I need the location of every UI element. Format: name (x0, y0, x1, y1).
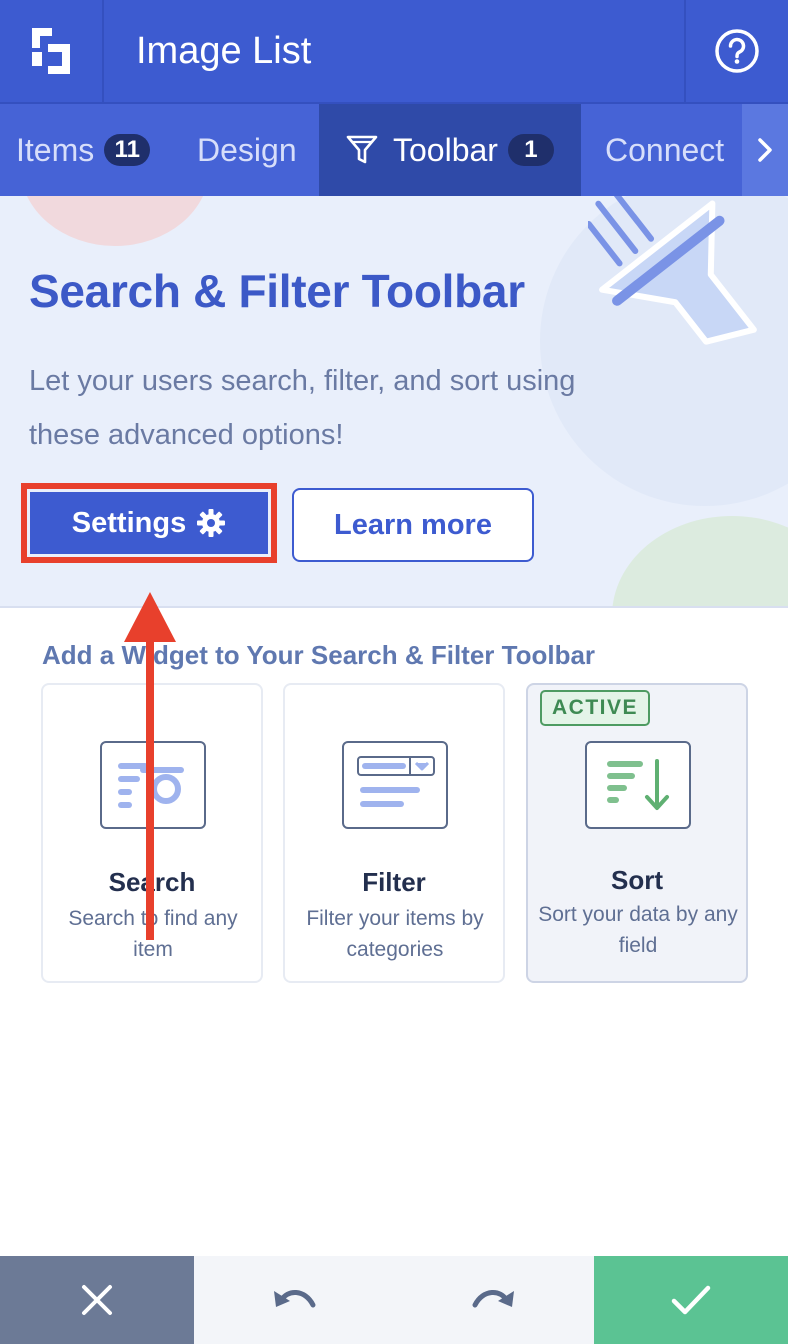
tab-toolbar-label: Toolbar (393, 131, 498, 168)
widget-card-sort[interactable]: ACTIVE Sort Sort your data by any field (526, 683, 748, 983)
widget-name: Filter (362, 867, 426, 897)
app-title: Image List (136, 29, 312, 72)
funnel-icon (346, 135, 378, 164)
help-circle-icon (715, 29, 759, 73)
tab-items[interactable]: Items 11 (0, 104, 172, 196)
tab-items-label: Items (16, 131, 95, 168)
app-logo[interactable] (0, 0, 104, 102)
decorative-blob (20, 196, 210, 246)
tab-items-count: 11 (104, 134, 151, 166)
annotation-arrow (124, 592, 176, 940)
tabs-scroll-right-button[interactable] (742, 104, 788, 196)
widget-name: Sort (611, 865, 663, 895)
widget-description: Sort your data by any field (538, 903, 738, 957)
app-logo-icon (32, 28, 70, 74)
tab-toolbar[interactable]: Toolbar 1 (319, 104, 581, 196)
widget-card-filter[interactable]: Filter Filter your items by categories (283, 683, 505, 983)
chevron-right-icon (758, 138, 772, 162)
hero-panel: Search & Filter Toolbar Let your users s… (0, 196, 788, 608)
hero-description: Let your users search, filter, and sort … (29, 365, 576, 451)
tab-bar: Items 11 Design Toolbar 1 Connect (0, 104, 788, 196)
undo-icon (274, 1290, 316, 1308)
confirm-button[interactable] (594, 1256, 788, 1344)
sort-widget-icon (585, 741, 691, 829)
tab-toolbar-count: 1 (507, 134, 554, 166)
learn-more-button[interactable]: Learn more (292, 488, 534, 562)
check-icon (671, 1285, 711, 1315)
decorative-blob (612, 516, 788, 606)
tab-design[interactable]: Design (172, 104, 319, 196)
help-button[interactable] (684, 0, 788, 102)
app-header: Image List (0, 0, 788, 104)
redo-button[interactable] (394, 1256, 594, 1344)
funnel-illustration-icon (588, 196, 757, 345)
tab-design-label: Design (197, 131, 297, 168)
bottom-action-bar (0, 1256, 788, 1344)
widget-description: Filter your items by categories (306, 907, 484, 961)
active-badge: ACTIVE (540, 690, 651, 726)
filter-widget-icon (342, 741, 448, 829)
close-icon (82, 1285, 112, 1315)
tab-connect-label: Connect (605, 131, 725, 168)
annotation-highlight-box (21, 483, 277, 563)
redo-icon (472, 1290, 514, 1308)
undo-button[interactable] (194, 1256, 394, 1344)
close-button[interactable] (0, 1256, 194, 1344)
hero-title: Search & Filter Toolbar (29, 265, 525, 317)
tab-connect[interactable]: Connect (581, 104, 741, 196)
